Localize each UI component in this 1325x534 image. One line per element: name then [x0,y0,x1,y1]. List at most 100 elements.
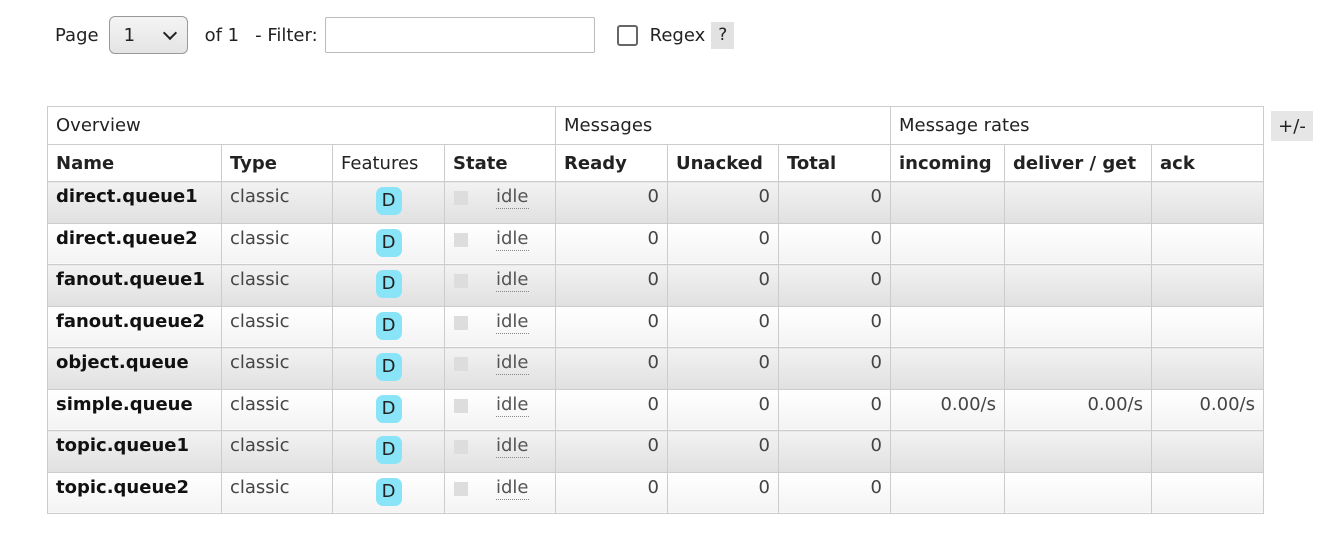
queue-type: classic [221,347,333,390]
col-name[interactable]: Name [47,144,222,182]
queue-name-link[interactable]: topic.queue1 [47,430,222,473]
queue-state: idle [444,264,556,307]
deliver-get-rate [1004,222,1152,265]
total-count: 0 [778,305,891,348]
table-row: object.queue classic Didle 0 0 0 [47,347,1264,390]
col-features: Features [332,144,445,182]
queue-features: D [332,181,445,224]
state-square-icon [454,440,468,454]
queue-rows: direct.queue1 classic Didle 0 0 0 direct.queue… [47,181,1264,514]
filter-label: - Filter: [255,24,318,46]
unacked-count: 0 [667,471,779,514]
ack-rate [1151,264,1264,307]
state-square-icon [454,398,468,413]
column-group-row: Overview Messages Message rates [47,106,1264,145]
queue-type: classic [221,305,333,348]
ready-count: 0 [555,347,668,390]
state-label: idle [496,227,529,251]
durable-badge: D [375,394,402,423]
state-square-icon [454,481,468,496]
col-type[interactable]: Type [221,144,333,182]
page-select[interactable]: 1 [108,16,188,54]
queue-state: idle [444,222,556,265]
durable-badge: D [375,187,402,215]
queue-features: D [332,264,445,307]
state-square-icon [454,315,468,330]
queue-name-link[interactable]: simple.queue [47,388,222,431]
queue-features: D [332,305,445,348]
state-square-icon [454,232,468,247]
col-deliver-get[interactable]: deliver / get [1004,144,1152,182]
ack-rate [1151,181,1264,224]
ready-count: 0 [555,264,668,307]
durable-badge: D [375,228,402,257]
unacked-count: 0 [667,222,779,265]
filter-input[interactable] [324,17,595,53]
unacked-count: 0 [667,347,779,390]
column-header-row: Name Type Features State Ready Unacked T… [47,144,1264,182]
total-count: 0 [778,388,891,431]
total-count: 0 [778,471,891,514]
durable-badge: D [375,477,402,506]
queue-features: D [332,388,445,431]
regex-checkbox[interactable] [616,24,638,46]
queue-name-link[interactable]: object.queue [47,347,222,390]
state-square-icon [454,357,468,371]
page-select-value: 1 [123,24,136,46]
state-label: idle [496,269,529,292]
state-square-icon [454,274,468,288]
regex-label: Regex [649,24,706,46]
deliver-get-rate [1004,181,1152,224]
col-state[interactable]: State [444,144,556,182]
queue-state: idle [444,430,556,473]
incoming-rate [890,181,1005,224]
state-label: idle [496,393,529,417]
table-row: simple.queue classic Didle 0 0 0 0.00/s 0.00/s 0… [47,388,1264,431]
queue-features: D [332,222,445,265]
queue-state: idle [444,305,556,348]
total-count: 0 [778,347,891,390]
incoming-rate [890,222,1005,265]
incoming-rate: 0.00/s [890,388,1005,431]
queues-table: Overview Messages Message rates Name Typ… [47,106,1264,514]
table-row: topic.queue1 classic Didle 0 0 0 [47,430,1264,473]
incoming-rate [890,264,1005,307]
queue-state: idle [444,347,556,390]
group-overview: Overview [47,106,556,145]
deliver-get-rate [1004,264,1152,307]
durable-badge: D [375,436,402,464]
queue-name-link[interactable]: direct.queue2 [47,222,222,265]
deliver-get-rate [1004,305,1152,348]
deliver-get-rate [1004,471,1152,514]
queue-name-link[interactable]: direct.queue1 [47,181,222,224]
queue-name-link[interactable]: fanout.queue2 [47,305,222,348]
col-ack[interactable]: ack [1151,144,1264,182]
queue-type: classic [221,388,333,431]
toggle-columns-button[interactable]: +/- [1271,111,1313,141]
col-incoming[interactable]: incoming [890,144,1005,182]
col-unacked[interactable]: Unacked [667,144,779,182]
durable-badge: D [375,311,402,340]
ready-count: 0 [555,181,668,224]
table-row: fanout.queue2 classic Didle 0 0 0 [47,305,1264,348]
total-count: 0 [778,264,891,307]
durable-badge: D [375,353,402,381]
incoming-rate [890,305,1005,348]
pagination-bar: Page 1 of 1 - Filter: Regex ? [55,16,735,54]
queue-features: D [332,471,445,514]
regex-help-button[interactable]: ? [711,21,735,49]
col-ready[interactable]: Ready [555,144,668,182]
table-row: fanout.queue1 classic Didle 0 0 0 [47,264,1264,307]
queue-name-link[interactable]: fanout.queue1 [47,264,222,307]
ready-count: 0 [555,471,668,514]
incoming-rate [890,471,1005,514]
queue-features: D [332,430,445,473]
queue-name-link[interactable]: topic.queue2 [47,471,222,514]
queue-type: classic [221,430,333,473]
total-count: 0 [778,181,891,224]
queue-type: classic [221,471,333,514]
state-label: idle [496,435,529,458]
state-square-icon [454,191,468,205]
ready-count: 0 [555,388,668,431]
col-total[interactable]: Total [778,144,891,182]
